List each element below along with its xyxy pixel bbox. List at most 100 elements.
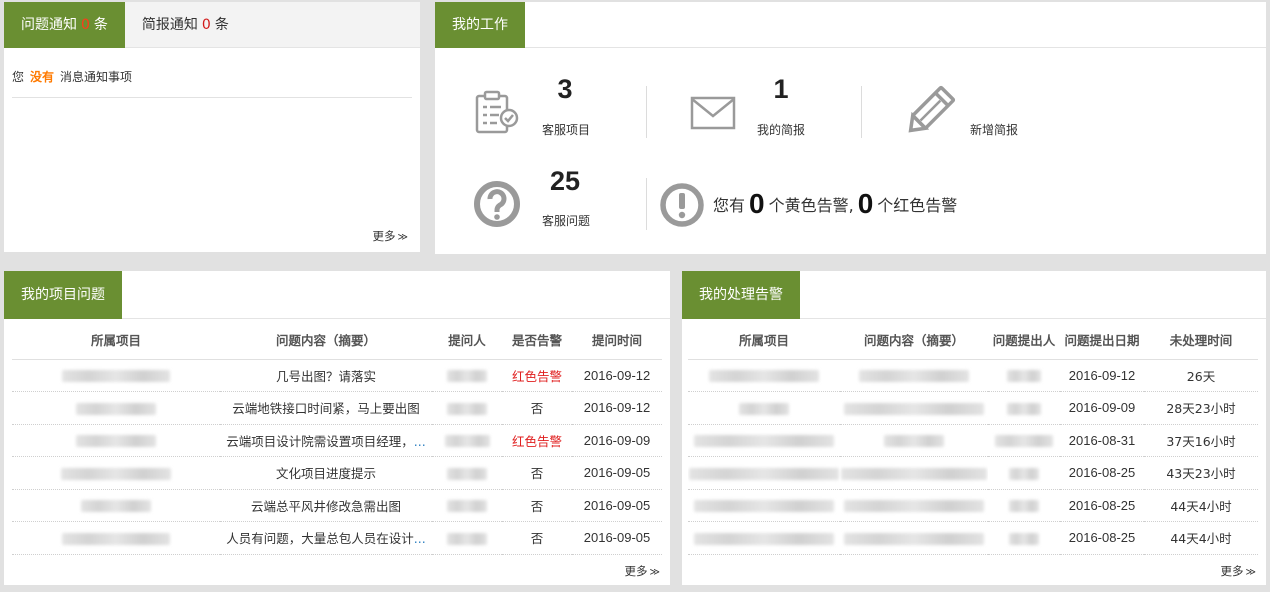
table-row[interactable]: 几号出图？请落实 红色告警 2016-09-12 bbox=[12, 359, 662, 392]
asker-cell-redacted bbox=[432, 391, 502, 425]
table-row[interactable]: 2016-09-12 26天 bbox=[688, 359, 1258, 392]
ask-date: 2016-09-09 bbox=[572, 424, 662, 457]
project-cell-redacted bbox=[12, 424, 220, 457]
handled-alarms-more-link[interactable]: 更多 ≫ bbox=[1221, 563, 1256, 579]
notice-more-link[interactable]: 更多 ≫ bbox=[373, 228, 408, 244]
tab-brief-notice[interactable]: 简报通知 0 条 bbox=[125, 2, 246, 48]
divider bbox=[646, 86, 647, 138]
tab-issue-notice-unit: 条 bbox=[93, 17, 108, 33]
yellow-alarm-label: 个黄色告警 bbox=[768, 196, 849, 215]
issue-content-link[interactable]: 几号出图？请落实 bbox=[220, 359, 432, 392]
ask-date: 2016-09-12 bbox=[572, 359, 662, 392]
submitter-cell-redacted bbox=[988, 391, 1060, 425]
project-cell-redacted bbox=[12, 456, 220, 490]
project-issues-more-link[interactable]: 更多 ≫ bbox=[625, 563, 660, 579]
table-row[interactable]: 2016-08-25 44天4小时 bbox=[688, 521, 1258, 555]
col-header-pending-time: 未处理时间 bbox=[1144, 321, 1258, 360]
content-cell-redacted[interactable] bbox=[840, 391, 988, 425]
project-cell-redacted bbox=[12, 359, 220, 392]
tab-issue-notice-label: 问题通知 bbox=[21, 17, 77, 33]
table-row[interactable]: 2016-08-25 44天4小时 bbox=[688, 489, 1258, 522]
red-alarm-count[interactable]: 0 bbox=[858, 188, 874, 219]
pending-time: 43天23小时 bbox=[1144, 456, 1258, 490]
table-row[interactable]: 2016-08-31 37天16小时 bbox=[688, 424, 1258, 457]
submit-date: 2016-09-12 bbox=[1060, 359, 1144, 392]
pending-time: 44天4小时 bbox=[1144, 521, 1258, 555]
issue-content-ellipsis[interactable]: ... bbox=[414, 434, 426, 449]
service-issues-label[interactable]: 客服问题 bbox=[531, 212, 601, 229]
pending-time: 37天16小时 bbox=[1144, 424, 1258, 457]
my-work-panel: 我的工作 3 客服项目 1 我的简报 新增简报 25 客服问题 您有 0 个黄色… bbox=[435, 2, 1266, 254]
ask-date: 2016-09-12 bbox=[572, 391, 662, 425]
double-chevron-right-icon: ≫ bbox=[649, 567, 660, 578]
issue-content-link[interactable]: 云端地铁接口时间紧，马上要出图 bbox=[220, 391, 432, 425]
asker-cell-redacted bbox=[432, 359, 502, 392]
handled-alarms-more-label: 更多 bbox=[1220, 564, 1244, 578]
notice-message: 您没有 消息通知事项 bbox=[12, 68, 412, 98]
clipboard-check-icon[interactable] bbox=[473, 90, 521, 136]
submit-date: 2016-09-09 bbox=[1060, 391, 1144, 425]
asker-cell-redacted bbox=[432, 424, 502, 457]
content-cell-redacted[interactable] bbox=[840, 456, 988, 490]
issue-content-text: 云端项目设计院需设置项目经理， bbox=[226, 433, 414, 449]
notice-tabs: 问题通知 0 条 简报通知 0 条 bbox=[4, 2, 420, 48]
issue-content-link[interactable]: 云端总平风井修改急需出图 bbox=[220, 489, 432, 522]
pending-time: 44天4小时 bbox=[1144, 489, 1258, 522]
envelope-icon[interactable] bbox=[690, 96, 736, 130]
submit-date: 2016-08-25 bbox=[1060, 489, 1144, 522]
issue-content-link[interactable]: 云端项目设计院需设置项目经理，... bbox=[220, 424, 432, 457]
col-header-project: 所属项目 bbox=[688, 321, 840, 360]
service-projects-count[interactable]: 3 bbox=[535, 74, 595, 105]
question-circle-icon[interactable] bbox=[473, 180, 521, 228]
col-header-alarm: 是否告警 bbox=[502, 321, 572, 360]
double-chevron-right-icon: ≫ bbox=[397, 232, 408, 243]
table-row[interactable]: 2016-08-25 43天23小时 bbox=[688, 456, 1258, 490]
alarm-summary: 您有 0 个黄色告警, 0 个红色告警 bbox=[713, 188, 957, 220]
table-row[interactable]: 云端总平风井修改急需出图 否 2016-09-05 bbox=[12, 489, 662, 522]
content-cell-redacted[interactable] bbox=[840, 489, 988, 522]
notice-message-prefix: 您 bbox=[12, 70, 25, 84]
alarm-status: 否 bbox=[502, 489, 572, 522]
alarm-summary-comma: , bbox=[848, 196, 854, 215]
pending-time: 26天 bbox=[1144, 359, 1258, 392]
pending-time: 28天23小时 bbox=[1144, 391, 1258, 425]
my-work-header: 我的工作 bbox=[435, 2, 1266, 48]
issue-content-link[interactable]: 文化项目进度提示 bbox=[220, 456, 432, 490]
alarm-status: 否 bbox=[502, 521, 572, 555]
yellow-alarm-count[interactable]: 0 bbox=[749, 188, 765, 219]
my-briefs-count[interactable]: 1 bbox=[751, 74, 811, 105]
col-header-content: 问题内容（摘要） bbox=[840, 321, 988, 360]
content-cell-redacted[interactable] bbox=[840, 424, 988, 457]
content-cell-redacted[interactable] bbox=[840, 521, 988, 555]
table-row[interactable]: 人员有问题，大量总包人员在设计... 否 2016-09-05 bbox=[12, 521, 662, 555]
ask-date: 2016-09-05 bbox=[572, 489, 662, 522]
service-projects-label[interactable]: 客服项目 bbox=[531, 121, 601, 138]
new-brief-label[interactable]: 新增简报 bbox=[959, 121, 1029, 138]
divider bbox=[861, 86, 862, 138]
col-header-asker: 提问人 bbox=[432, 321, 502, 360]
pencil-icon[interactable] bbox=[901, 84, 957, 140]
submitter-cell-redacted bbox=[988, 521, 1060, 555]
submitter-cell-redacted bbox=[988, 489, 1060, 522]
content-cell-redacted[interactable] bbox=[840, 359, 988, 392]
asker-cell-redacted bbox=[432, 456, 502, 490]
table-row[interactable]: 云端项目设计院需设置项目经理，... 红色告警 2016-09-09 bbox=[12, 424, 662, 457]
asker-cell-redacted bbox=[432, 489, 502, 522]
handled-alarms-table: 所属项目 问题内容（摘要） 问题提出人 问题提出日期 未处理时间 2016-09… bbox=[688, 321, 1258, 555]
issue-content-link[interactable]: 人员有问题，大量总包人员在设计... bbox=[220, 521, 432, 555]
service-issues-count[interactable]: 25 bbox=[535, 166, 595, 197]
submitter-cell-redacted bbox=[988, 359, 1060, 392]
project-cell-redacted bbox=[12, 391, 220, 425]
tab-brief-notice-unit: 条 bbox=[214, 17, 229, 33]
table-header-row: 所属项目 问题内容（摘要） 提问人 是否告警 提问时间 bbox=[12, 321, 662, 360]
table-row[interactable]: 文化项目进度提示 否 2016-09-05 bbox=[12, 456, 662, 490]
handled-alarms-title: 我的处理告警 bbox=[682, 271, 800, 319]
alarm-summary-prefix: 您有 bbox=[713, 196, 746, 215]
tab-issue-notice[interactable]: 问题通知 0 条 bbox=[4, 2, 125, 48]
asker-cell-redacted bbox=[432, 521, 502, 555]
issue-content-ellipsis[interactable]: ... bbox=[414, 531, 426, 546]
col-header-submitter: 问题提出人 bbox=[988, 321, 1060, 360]
my-briefs-label[interactable]: 我的简报 bbox=[746, 121, 816, 138]
table-row[interactable]: 2016-09-09 28天23小时 bbox=[688, 391, 1258, 425]
table-row[interactable]: 云端地铁接口时间紧，马上要出图 否 2016-09-12 bbox=[12, 391, 662, 425]
